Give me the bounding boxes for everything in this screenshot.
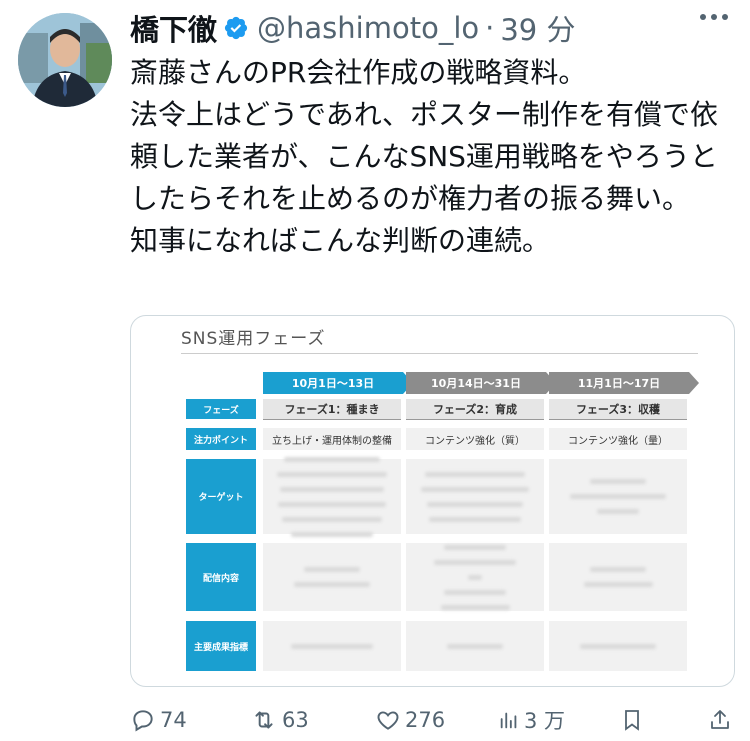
blurred-cell xyxy=(263,621,401,671)
verified-badge-icon xyxy=(223,15,249,41)
phase-date-2: 10月14日～31日 xyxy=(406,372,546,394)
more-options-icon[interactable] xyxy=(700,14,728,20)
author-handle[interactable]: @hashimoto_lo xyxy=(257,11,479,45)
retweet-icon xyxy=(255,711,273,729)
tweet-body: 斎藤さんのPR会社作成の戦略資料。 法令上はどうであれ、ポスター制作を有償で依頼… xyxy=(130,52,740,262)
retweet-button[interactable]: 63 xyxy=(250,702,309,738)
phase-name-3: フェーズ3：収穫 xyxy=(549,399,687,420)
tweet-line: 法令上はどうであれ、ポスター制作を有償で依頼した業者が、こんなSNS運用戦略をや… xyxy=(130,98,719,215)
analytics-icon xyxy=(500,712,517,729)
like-button[interactable]: 276 xyxy=(375,702,445,738)
tweet-line: 斎藤さんのPR会社作成の戦略資料。 xyxy=(130,56,587,89)
bookmark-icon xyxy=(625,710,639,731)
blurred-cell xyxy=(263,456,401,537)
heart-icon xyxy=(377,711,399,730)
reply-count: 74 xyxy=(160,708,187,732)
row-label-phase: フェーズ xyxy=(186,399,256,419)
share-icon xyxy=(711,710,729,729)
phase-focus-1: 立ち上げ・運用体制の整備 xyxy=(263,428,401,450)
attached-image[interactable]: SNS運用フェーズ 10月1日～13日 10月14日～31日 11月1日～17日… xyxy=(130,315,735,687)
tweet-timestamp[interactable]: 39 分 xyxy=(500,7,575,49)
phase-name-2: フェーズ2：育成 xyxy=(406,399,544,420)
views-button[interactable]: 3 万 xyxy=(498,702,565,738)
phase-focus-3: コンテンツ強化（量） xyxy=(549,428,687,450)
blurred-cell xyxy=(263,543,401,611)
retweet-count: 63 xyxy=(282,708,309,732)
row-label-target: ターゲット xyxy=(186,459,256,534)
phase-name-1: フェーズ1：種まき xyxy=(263,399,401,420)
avatar[interactable] xyxy=(18,13,112,107)
blurred-cell xyxy=(549,621,687,671)
tweet-header: 橋下徹 @hashimoto_lo · 39 分 xyxy=(130,8,734,48)
blurred-cell xyxy=(406,459,544,534)
tweet-line: 知事になればこんな判断の連続。 xyxy=(130,224,551,257)
phase-date-1: 10月1日～13日 xyxy=(263,372,403,394)
reply-icon xyxy=(133,710,153,732)
blurred-cell xyxy=(406,543,544,611)
bookmark-button[interactable] xyxy=(620,702,644,738)
blurred-cell xyxy=(549,459,687,534)
separator-dot: · xyxy=(485,11,495,45)
row-label-content: 配信内容 xyxy=(186,543,256,611)
avatar-photo xyxy=(18,13,112,107)
reply-button[interactable]: 74 xyxy=(130,702,187,738)
phase-date-3: 11月1日～17日 xyxy=(549,372,689,394)
blurred-cell xyxy=(406,621,544,671)
phase-focus-2: コンテンツ強化（質） xyxy=(406,428,544,450)
like-count: 276 xyxy=(405,708,446,732)
slide-title: SNS運用フェーズ xyxy=(181,329,326,349)
author-name[interactable]: 橋下徹 xyxy=(130,7,217,49)
blurred-cell xyxy=(549,543,687,611)
phase-arrow-icon xyxy=(689,372,699,394)
row-label-focus: 注力ポイント xyxy=(186,428,256,450)
view-count: 3 万 xyxy=(524,709,566,733)
tweet-actions: 74 63 276 3 万 xyxy=(130,702,734,738)
slide-divider xyxy=(181,353,698,354)
share-button[interactable] xyxy=(708,702,732,738)
row-label-kpi: 主要成果指標 xyxy=(186,621,256,671)
